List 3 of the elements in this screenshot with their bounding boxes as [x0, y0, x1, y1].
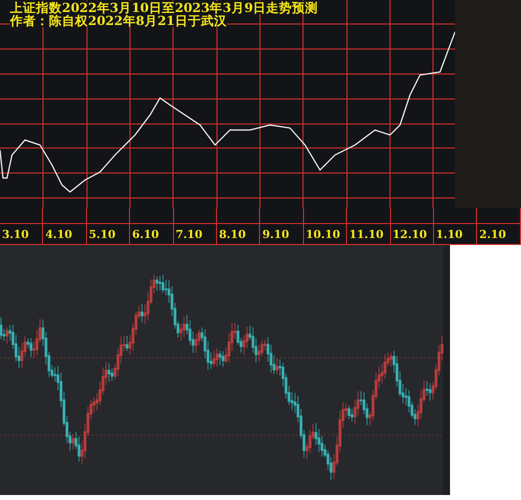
- chart-title: 作者：陈自权2022年8月21日于武汉: [10, 14, 227, 27]
- axis-label: 2.10: [477, 223, 520, 245]
- chart-title: 上证指数2022年3月10日至2023年3月9日走势预测: [10, 1, 318, 14]
